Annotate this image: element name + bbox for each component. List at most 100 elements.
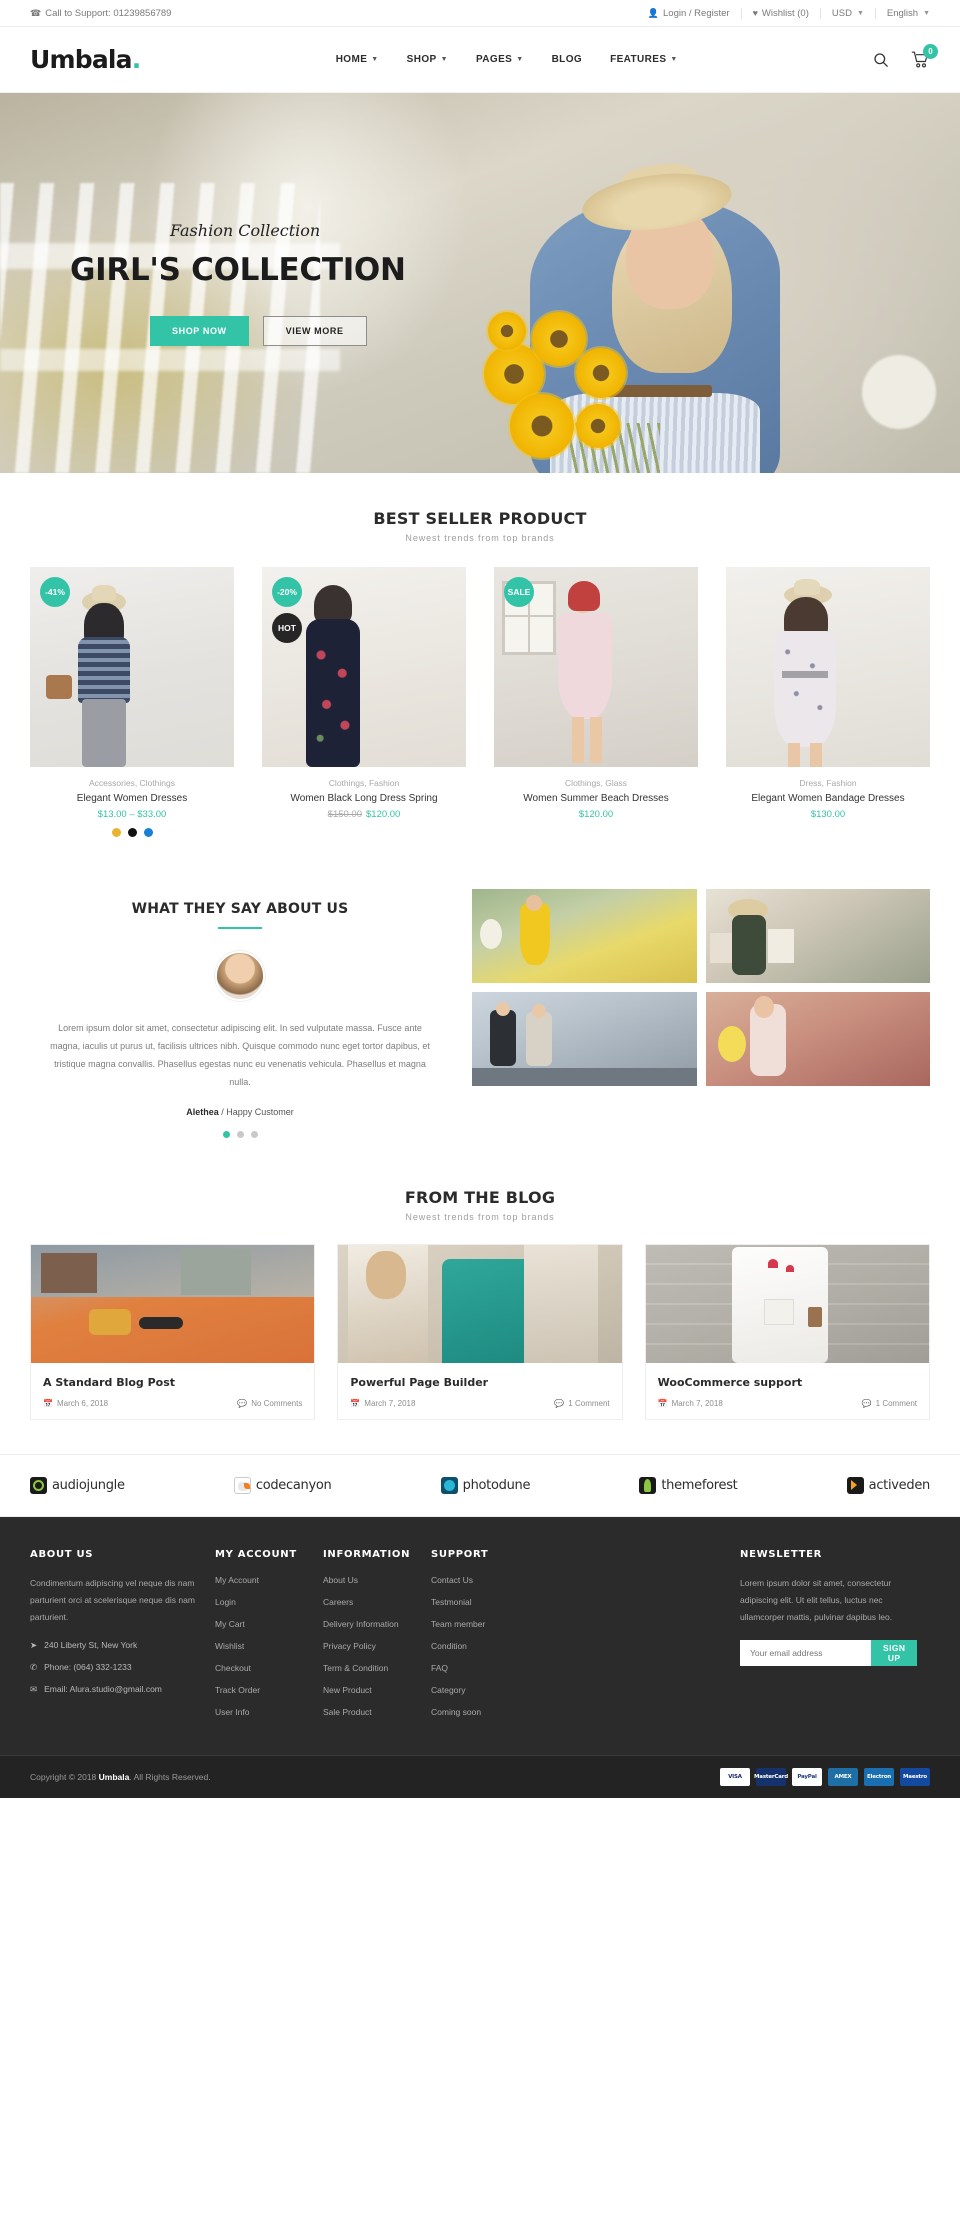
product-category[interactable]: Clothings, Fashion — [262, 778, 466, 788]
brand-logo-audiojungle[interactable]: audiojungle — [30, 1477, 125, 1494]
footer-link-my-cart[interactable]: My Cart — [215, 1619, 307, 1629]
login-register-link[interactable]: 👤 Login / Register — [637, 7, 742, 19]
currency-selector[interactable]: USD ▼ — [821, 7, 876, 19]
footer-link-category[interactable]: Category — [431, 1685, 523, 1695]
product-card[interactable]: -41% Accessories, Clothings Elegant Wome… — [30, 567, 234, 837]
nav-label: BLOG — [551, 54, 583, 65]
language-selector[interactable]: English ▼ — [876, 8, 930, 19]
gallery-image-3[interactable] — [472, 992, 697, 1086]
product-name[interactable]: Women Black Long Dress Spring — [262, 793, 466, 804]
blog-image[interactable] — [31, 1245, 315, 1363]
carousel-dot-3[interactable] — [250, 1131, 258, 1138]
footer-link-testmonial[interactable]: Testmonial — [431, 1597, 523, 1607]
footer-link-new-product[interactable]: New Product — [323, 1685, 415, 1695]
product-card[interactable]: SALE Clothings, Glass Women Summer Beach… — [494, 567, 698, 837]
chevron-down-icon: ▼ — [371, 56, 379, 63]
footer-link-wishlist[interactable]: Wishlist — [215, 1641, 307, 1651]
swatch-blue[interactable] — [143, 828, 153, 837]
newsletter-email-input[interactable] — [740, 1640, 871, 1666]
brand-logo-activeden[interactable]: activeden — [846, 1477, 930, 1494]
product-name[interactable]: Women Summer Beach Dresses — [494, 793, 698, 804]
best-seller-section: BEST SELLER PRODUCT Newest trends from t… — [0, 473, 960, 863]
brand-logo-themeforest[interactable]: themeforest — [639, 1477, 738, 1494]
blog-card[interactable]: A Standard Blog Post 📅 March 6, 2018 💬 No … — [30, 1244, 316, 1420]
cart-count-badge: 0 — [923, 44, 938, 59]
product-name[interactable]: Elegant Women Bandage Dresses — [726, 793, 930, 804]
newsletter-signup-button[interactable]: SIGN UP — [871, 1640, 918, 1666]
calendar-icon: 📅 — [43, 1399, 53, 1408]
product-image[interactable]: -20% HOT — [262, 567, 466, 767]
blog-post-title[interactable]: A Standard Blog Post — [43, 1376, 302, 1389]
footer-link-user-info[interactable]: User Info — [215, 1707, 307, 1717]
gallery-image-2[interactable] — [705, 889, 930, 983]
blog-date: 📅 March 7, 2018 — [350, 1399, 416, 1408]
footer-link-coming-soon[interactable]: Coming soon — [431, 1707, 523, 1717]
product-image[interactable]: SALE — [494, 567, 698, 767]
product-category[interactable]: Dress, Fashion — [726, 778, 930, 788]
blog-post-title[interactable]: WooCommerce support — [658, 1376, 917, 1389]
wishlist-label: Wishlist (0) — [761, 7, 809, 19]
footer-link-faq[interactable]: FAQ — [431, 1663, 523, 1673]
product-category[interactable]: Clothings, Glass — [494, 778, 698, 788]
product-image[interactable]: -41% — [30, 567, 234, 767]
product-card[interactable]: Dress, Fashion Elegant Women Bandage Dre… — [726, 567, 930, 837]
footer-link-track-order[interactable]: Track Order — [215, 1685, 307, 1695]
blog-image[interactable] — [338, 1245, 622, 1363]
paypal-icon: PayPal — [792, 1768, 822, 1786]
nav-item-pages[interactable]: PAGES ▼ — [476, 54, 524, 65]
site-footer: ABOUT US Condimentum adipiscing vel nequ… — [0, 1517, 960, 1755]
carousel-dot-1[interactable] — [222, 1131, 230, 1138]
blog-comments: 💬 No Comments — [237, 1399, 303, 1408]
view-more-button[interactable]: VIEW MORE — [262, 315, 367, 346]
gallery-image-1[interactable] — [472, 889, 697, 983]
footer-link-checkout[interactable]: Checkout — [215, 1663, 307, 1673]
carousel-dot-2[interactable] — [236, 1131, 244, 1138]
footer-link-about-us[interactable]: About Us — [323, 1575, 415, 1585]
footer-link-my-account[interactable]: My Account — [215, 1575, 307, 1585]
footer-link-privacy-policy[interactable]: Privacy Policy — [323, 1641, 415, 1651]
footer-heading-newsletter: NEWSLETTER — [740, 1549, 823, 1560]
swatch-gold[interactable] — [111, 828, 121, 837]
blog-image[interactable] — [645, 1245, 929, 1363]
blog-card[interactable]: Powerful Page Builder 📅 March 7, 2018 💬 1 … — [337, 1244, 623, 1420]
nav-item-features[interactable]: FEATURES ▼ — [610, 54, 678, 65]
footer-link-team-member[interactable]: Team member — [431, 1619, 523, 1629]
product-image[interactable] — [726, 567, 930, 767]
shop-now-button[interactable]: SHOP NOW — [150, 315, 249, 346]
login-register-label: Login / Register — [663, 7, 730, 19]
currency-label: USD — [831, 7, 852, 19]
location-icon: ➤ — [30, 1640, 38, 1650]
search-icon[interactable] — [873, 52, 889, 68]
footer-heading-support: SUPPORT — [431, 1549, 489, 1560]
brand-logo-codecanyon[interactable]: codecanyon — [233, 1477, 332, 1494]
footer-link-condition[interactable]: Condition — [431, 1641, 523, 1651]
newsletter-form: SIGN UP — [740, 1640, 918, 1666]
title-underline — [218, 927, 262, 929]
product-category[interactable]: Accessories, Clothings — [30, 778, 234, 788]
nav-item-blog[interactable]: BLOG — [552, 54, 583, 65]
cart-icon[interactable]: 0 — [911, 44, 938, 68]
blog-post-title[interactable]: Powerful Page Builder — [350, 1376, 609, 1389]
footer-link-login[interactable]: Login — [215, 1597, 307, 1607]
swatch-black[interactable] — [127, 828, 137, 837]
nav-item-shop[interactable]: SHOP ▼ — [407, 54, 448, 65]
top-utility-bar: ☎ Call to Support: 01239856789 👤 Login /… — [0, 0, 960, 27]
maestro-icon: Maestro — [900, 1768, 930, 1786]
footer-link-contact-us[interactable]: Contact Us — [431, 1575, 523, 1585]
nav-item-home[interactable]: HOME ▼ — [336, 54, 379, 65]
site-logo[interactable]: Umbala. — [30, 45, 141, 74]
site-header: Umbala. HOME ▼ SHOP ▼ PAGES ▼ BLOG FEATU… — [0, 27, 960, 93]
footer-link-careers[interactable]: Careers — [323, 1597, 415, 1607]
gallery-image-4[interactable] — [705, 992, 930, 1086]
wishlist-link[interactable]: ♥ Wishlist (0) — [742, 7, 821, 19]
footer-link-delivery-information[interactable]: Delivery Information — [323, 1619, 415, 1629]
blog-card[interactable]: WooCommerce support 📅 March 7, 2018 💬 1 Co… — [644, 1244, 930, 1420]
testimonial-quote: Lorem ipsum dolor sit amet, consectetur … — [50, 1023, 430, 1087]
product-name[interactable]: Elegant Women Dresses — [30, 793, 234, 804]
avatar — [215, 951, 265, 1001]
footer-link-sale-product[interactable]: Sale Product — [323, 1707, 415, 1717]
product-card[interactable]: -20% HOT Clothings, Fashion Women Black … — [262, 567, 466, 837]
footer-link-term-condition[interactable]: Term & Condition — [323, 1663, 415, 1673]
brand-logo-photodune[interactable]: photodune — [440, 1477, 530, 1494]
support-info: ☎ Call to Support: 01239856789 — [30, 8, 171, 19]
